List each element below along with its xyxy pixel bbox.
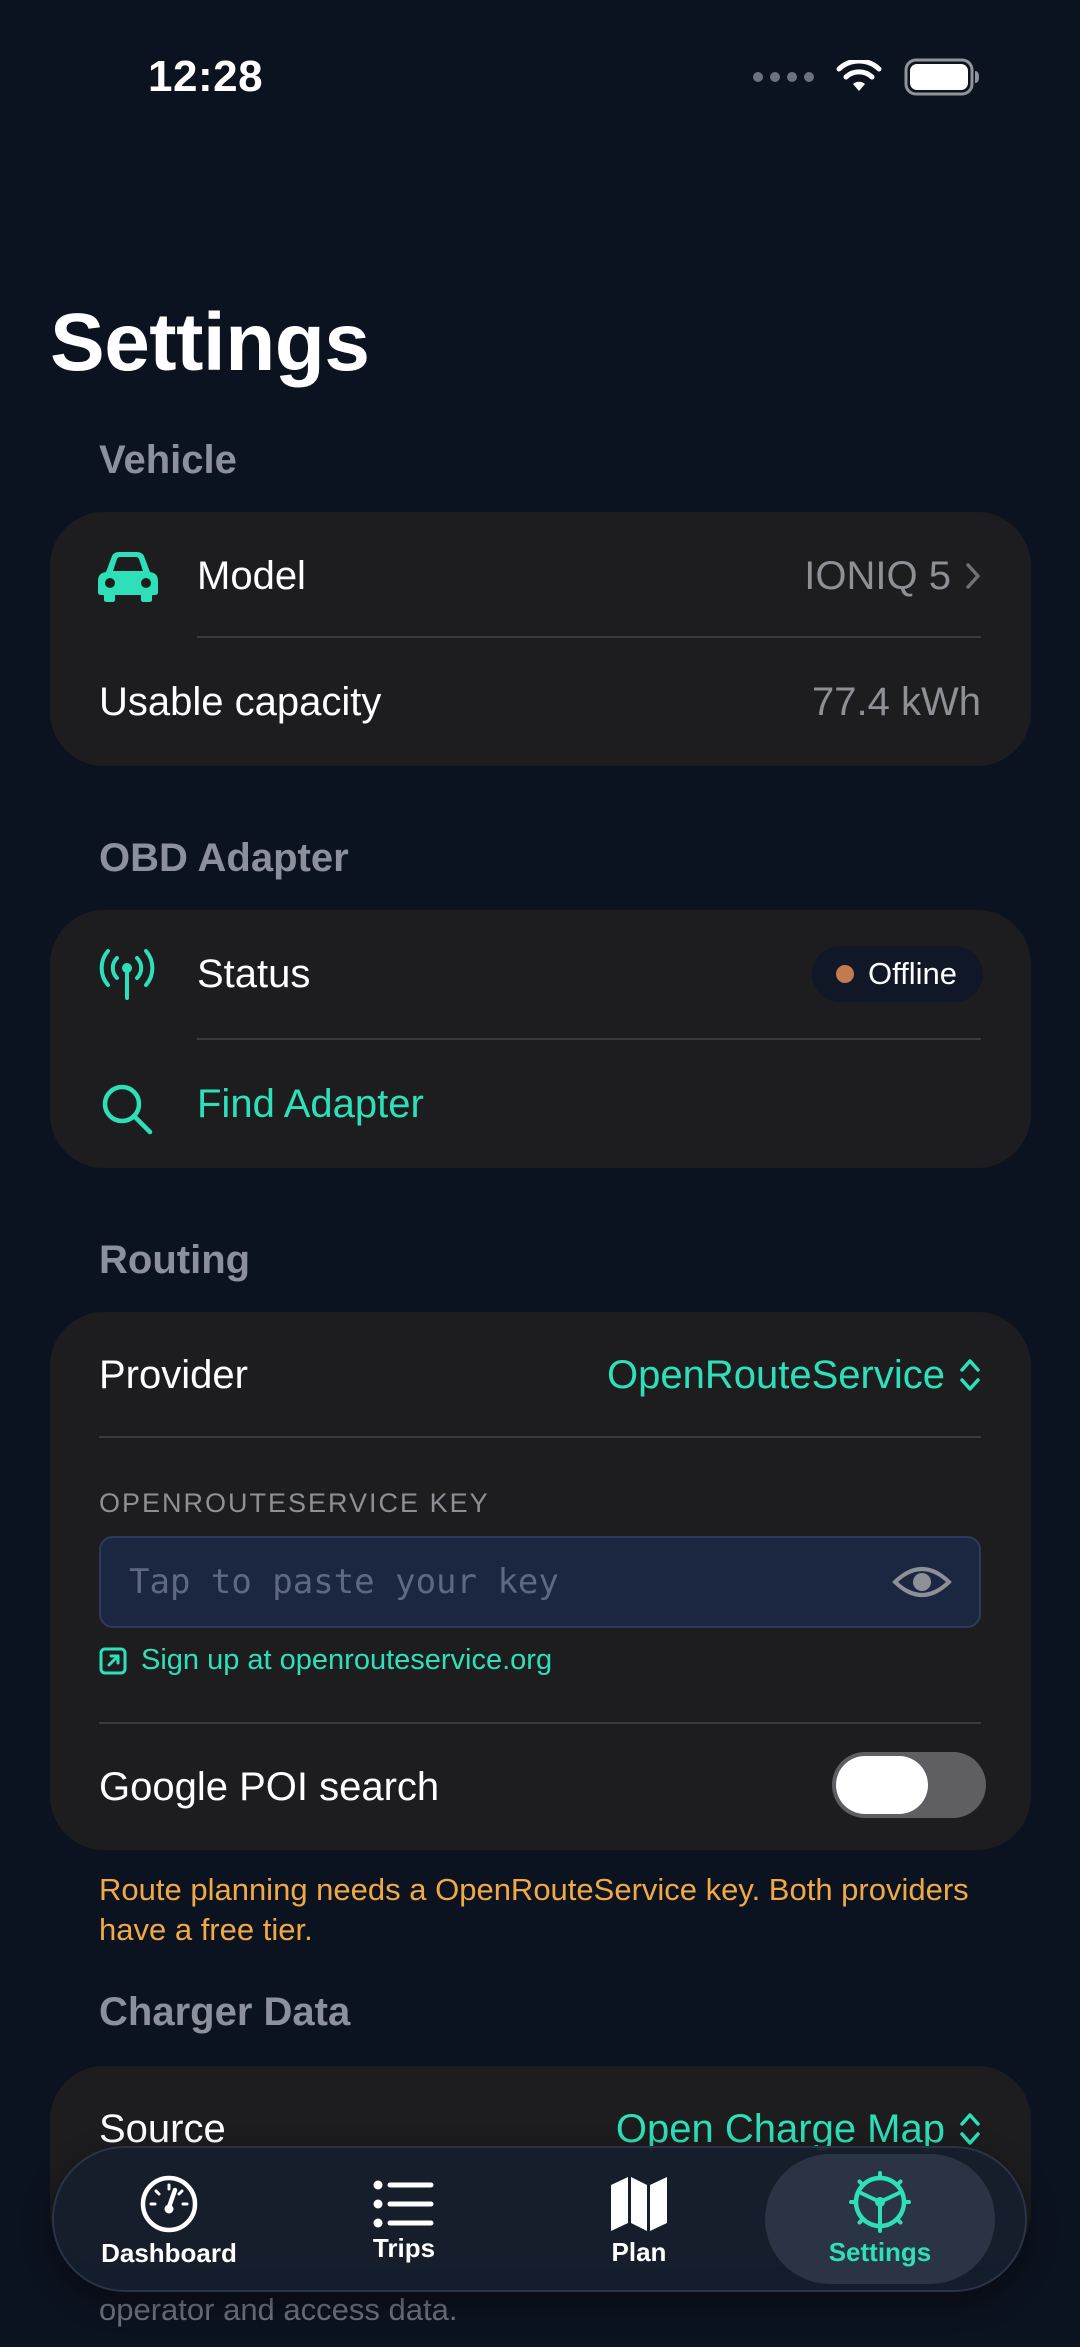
page-title: Settings	[50, 297, 370, 388]
status-label: Status	[197, 951, 311, 996]
gauge-icon	[140, 2175, 198, 2232]
toggle-knob	[836, 1756, 928, 1814]
poi-search-row: Google POI search	[50, 1724, 1031, 1850]
api-key-input[interactable]	[99, 1536, 981, 1628]
model-label: Model	[197, 553, 306, 598]
poi-search-label: Google POI search	[99, 1764, 440, 1809]
provider-picker[interactable]: OpenRouteService	[607, 1353, 981, 1398]
wifi-icon	[836, 60, 882, 91]
charger-footer-text: operator and access data.	[99, 2292, 458, 2327]
source-label: Source	[99, 2106, 226, 2151]
key-field-caption: OPENROUTESERVICE KEY	[99, 1488, 490, 1518]
chevron-up-down-icon	[960, 2113, 980, 2145]
cellular-signal-icon	[753, 72, 814, 82]
status-badge: Offline	[811, 946, 983, 1002]
tab-settings[interactable]: Settings	[765, 2154, 995, 2284]
search-icon	[102, 1084, 153, 1135]
model-row[interactable]: Model IONIQ 5	[50, 512, 1031, 640]
model-value-group: IONIQ 5	[804, 554, 981, 599]
steering-wheel-icon	[849, 2170, 911, 2233]
section-header-vehicle: Vehicle	[99, 438, 237, 482]
obd-status-row: Status Offline	[50, 910, 1031, 1038]
tab-label: Plan	[611, 2236, 667, 2267]
section-header-obd: OBD Adapter	[99, 836, 349, 880]
capacity-label: Usable capacity	[99, 679, 382, 724]
eye-icon[interactable]	[892, 1562, 952, 1602]
routing-warning: Route planning needs a OpenRouteService …	[99, 1872, 969, 1947]
map-icon	[611, 2176, 667, 2231]
settings-screen: 12:28 Settings Vehicle Model IONIQ 5 Usa…	[0, 0, 1080, 2347]
battery-icon	[904, 58, 979, 96]
chevron-right-icon	[966, 563, 980, 589]
status-badge-text: Offline	[867, 956, 957, 991]
chevron-up-down-icon	[960, 1359, 980, 1391]
capacity-row: Usable capacity 77.4 kWh	[50, 638, 1031, 766]
section-header-routing: Routing	[99, 1238, 251, 1282]
status-icons	[753, 58, 980, 96]
tab-label: Settings	[828, 2236, 932, 2267]
obd-card: Status Offline Find Adapter	[50, 910, 1031, 1168]
find-adapter-label: Find Adapter	[197, 1081, 424, 1126]
tab-label: Dashboard	[101, 2237, 237, 2268]
routing-card: Provider OpenRouteService OPENROUTESERVI…	[50, 1312, 1031, 1850]
tab-label: Trips	[372, 2232, 436, 2263]
section-header-charger: Charger Data	[99, 1990, 351, 2034]
tab-bar: Dashboard Trips Plan Settings	[52, 2146, 1027, 2292]
tab-dashboard[interactable]: Dashboard	[54, 2148, 284, 2294]
vehicle-card: Model IONIQ 5 Usable capacity 77.4 kWh	[50, 512, 1031, 766]
provider-row[interactable]: Provider OpenRouteService	[50, 1312, 1031, 1438]
list-icon	[373, 2180, 434, 2227]
antenna-icon	[99, 949, 155, 1000]
capacity-value: 77.4 kWh	[812, 679, 981, 724]
find-adapter-button[interactable]: Find Adapter	[50, 1040, 1031, 1168]
status-time: 12:28	[148, 52, 264, 101]
signup-link-text: Sign up at openrouteservice.org	[141, 1644, 553, 1676]
divider	[99, 1436, 981, 1438]
tab-plan[interactable]: Plan	[524, 2148, 754, 2294]
poi-search-toggle[interactable]	[832, 1752, 986, 1818]
provider-label: Provider	[99, 1352, 248, 1397]
car-icon	[98, 552, 158, 602]
model-value: IONIQ 5	[804, 553, 951, 598]
offline-dot-icon	[835, 965, 854, 983]
tab-trips[interactable]: Trips	[289, 2148, 519, 2294]
signup-link[interactable]: Sign up at openrouteservice.org	[99, 1644, 552, 1677]
source-value: Open Charge Map	[615, 2106, 945, 2151]
external-link-icon	[99, 1647, 127, 1674]
provider-value: OpenRouteService	[607, 1352, 945, 1397]
source-picker[interactable]: Open Charge Map	[616, 2107, 981, 2152]
